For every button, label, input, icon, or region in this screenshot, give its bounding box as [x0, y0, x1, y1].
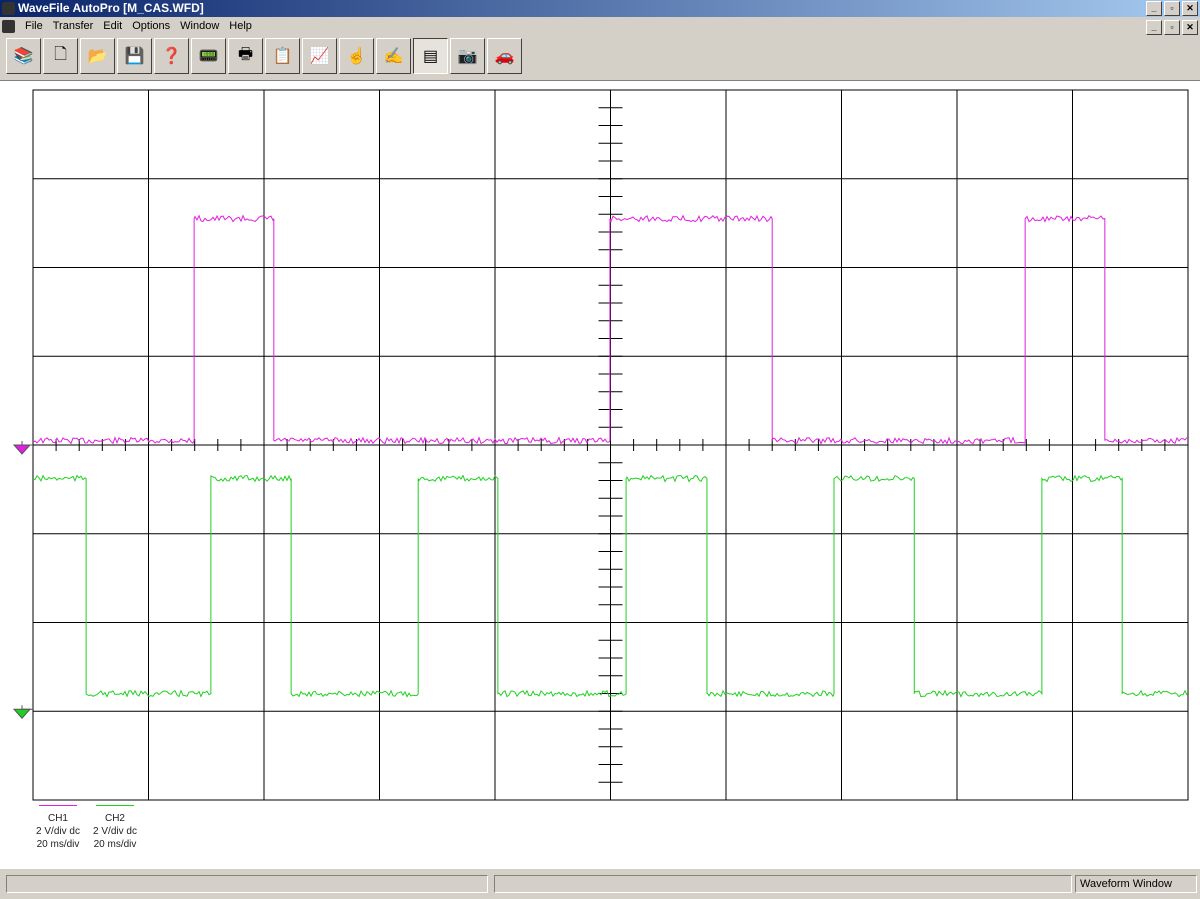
- ch2-line-swatch: [96, 805, 134, 806]
- title-bar: WaveFile AutoPro [M_CAS.WFD] _ ▫ ✕: [0, 0, 1200, 17]
- clipboard-icon: 📋: [272, 48, 293, 65]
- status-bar: Waveform Window: [0, 872, 1200, 899]
- ch1-time: 20 ms/div: [36, 839, 80, 850]
- table-button[interactable]: ▤: [413, 38, 448, 74]
- menu-bar: File Transfer Edit Options Window Help _ ▫ ✕: [0, 17, 1200, 36]
- app-icon: [2, 2, 15, 15]
- car-wrench-icon: 🚗: [494, 48, 515, 65]
- car-wrench-button[interactable]: 🚗: [487, 38, 522, 74]
- doc-close-button[interactable]: ✕: [1182, 20, 1198, 35]
- ch2-marker-line: [21, 705, 33, 710]
- document-icon: [2, 20, 15, 33]
- toolbar: 📚 🗋 📂 💾 ❓ 📟 🖶 📋 📈 ☝ ✍ ▤ 📷 🚗: [6, 38, 522, 74]
- waveform-cursor-button[interactable]: 📈: [302, 38, 337, 74]
- scope-help-icon: ❓: [161, 48, 182, 65]
- oscilloscope-plot[interactable]: [0, 81, 1200, 811]
- doc-restore-button[interactable]: ▫: [1164, 20, 1180, 35]
- scope-help-button[interactable]: ❓: [154, 38, 189, 74]
- camera-icon: 📷: [457, 48, 478, 65]
- scope-capture-button[interactable]: 📟: [191, 38, 226, 74]
- library-icon: 📚: [13, 48, 34, 65]
- ch2-scale: 2 V/div dc: [93, 826, 137, 837]
- ch1-label: CH1: [47, 813, 68, 824]
- waveform-cursor-icon: 📈: [309, 48, 330, 65]
- menu-help[interactable]: Help: [224, 17, 257, 36]
- new-icon: 🗋: [54, 45, 67, 63]
- ch1-ground-marker: [12, 444, 32, 455]
- ch2-label: CH2: [104, 813, 125, 824]
- menu-options[interactable]: Options: [127, 17, 175, 36]
- print-button[interactable]: 🖶: [228, 38, 263, 74]
- hand-pointer-button[interactable]: ☝: [339, 38, 374, 74]
- save-button[interactable]: 💾: [117, 38, 152, 74]
- doc-minimize-button[interactable]: _: [1146, 20, 1162, 35]
- new-button[interactable]: 🗋: [43, 38, 78, 74]
- library-button[interactable]: 📚: [6, 38, 41, 74]
- hand-edit-button[interactable]: ✍: [376, 38, 411, 74]
- save-icon: 💾: [124, 48, 145, 65]
- open-folder-button[interactable]: 📂: [80, 38, 115, 74]
- legend-ch1: CH1 2 V/div dc 20 ms/div: [28, 805, 88, 851]
- hand-edit-icon: ✍: [383, 48, 404, 65]
- ch1-scale: 2 V/div dc: [36, 826, 80, 837]
- minimize-button[interactable]: _: [1146, 1, 1162, 16]
- print-icon: 🖶: [237, 45, 254, 63]
- menu-window[interactable]: Window: [175, 17, 224, 36]
- camera-button[interactable]: 📷: [450, 38, 485, 74]
- ch2-ground-marker: [12, 708, 32, 720]
- status-pane-1: [6, 875, 488, 893]
- menu-edit[interactable]: Edit: [98, 17, 127, 36]
- status-pane-2: [494, 875, 1072, 893]
- ch2-time: 20 ms/div: [93, 839, 137, 850]
- ch1-line-swatch: [39, 805, 77, 806]
- status-pane-3: Waveform Window: [1075, 875, 1197, 893]
- ch1-marker-line: [21, 441, 33, 446]
- waveform-area: CH1 2 V/div dc 20 ms/div CH2 2 V/div dc …: [0, 80, 1200, 869]
- table-icon: ▤: [422, 48, 439, 65]
- close-button[interactable]: ✕: [1182, 1, 1198, 16]
- menu-transfer[interactable]: Transfer: [48, 17, 99, 36]
- clipboard-button[interactable]: 📋: [265, 38, 300, 74]
- window-title: WaveFile AutoPro [M_CAS.WFD]: [18, 1, 204, 15]
- restore-button[interactable]: ▫: [1164, 1, 1180, 16]
- scope-capture-icon: 📟: [198, 48, 219, 65]
- hand-pointer-icon: ☝: [346, 48, 367, 65]
- open-folder-icon: 📂: [87, 48, 108, 65]
- legend-ch2: CH2 2 V/div dc 20 ms/div: [85, 805, 145, 851]
- menu-file[interactable]: File: [20, 17, 48, 36]
